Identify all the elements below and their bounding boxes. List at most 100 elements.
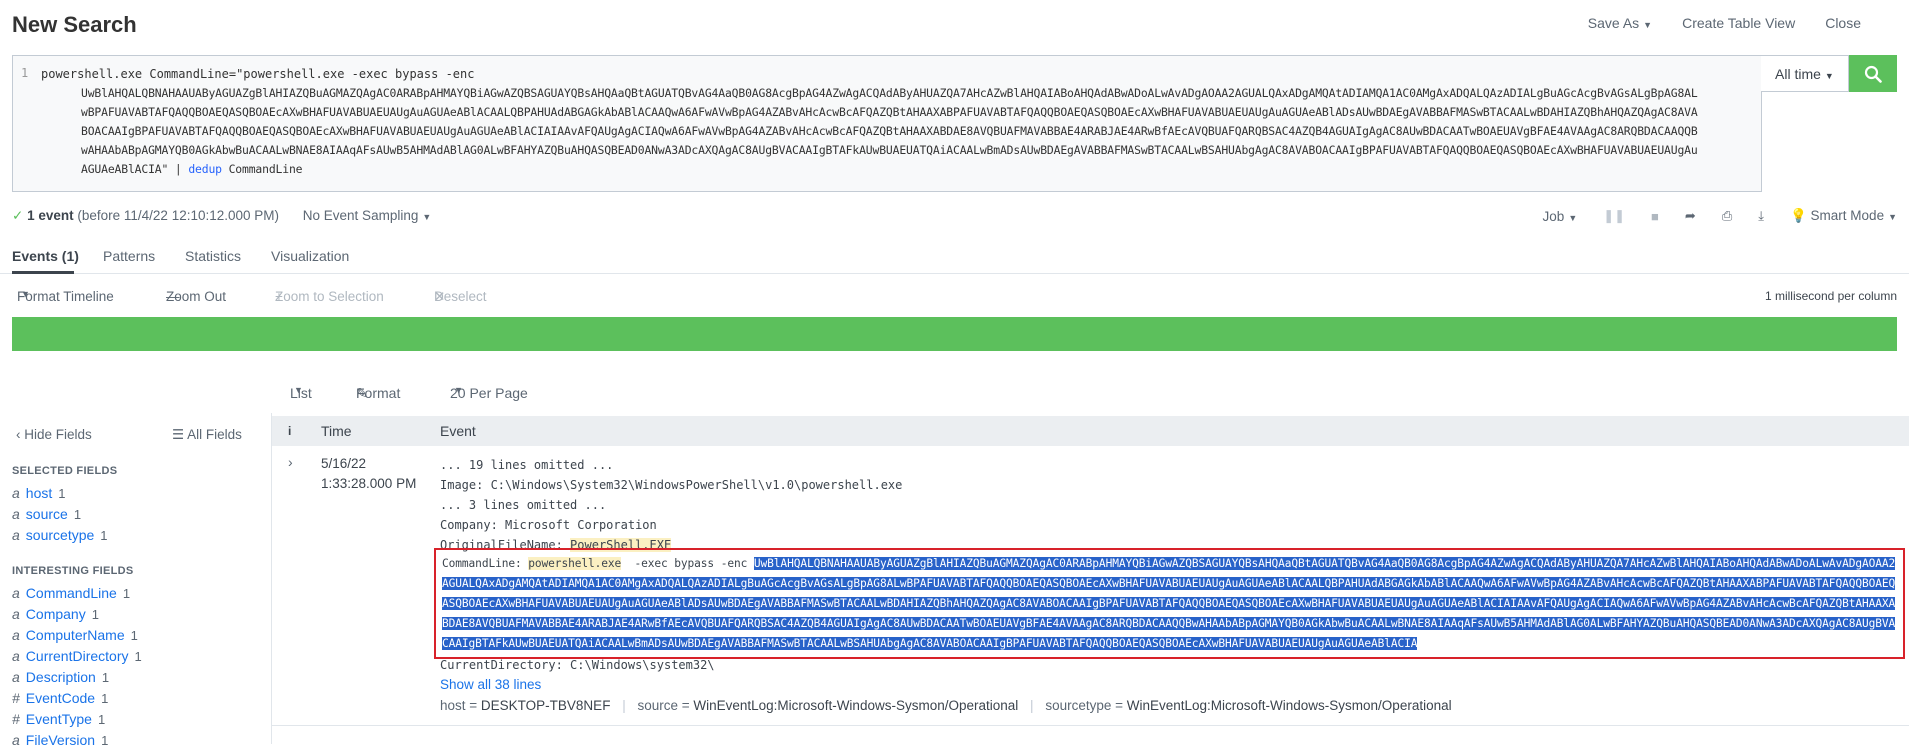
- field-count: 1: [97, 712, 106, 727]
- host-value[interactable]: DESKTOP-TBV8NEF: [481, 698, 611, 713]
- field-item[interactable]: a sourcetype 1: [12, 527, 108, 543]
- results-tabs: Events (1) Patterns Statistics Visualiza…: [0, 238, 1909, 274]
- field-type: #: [12, 690, 20, 706]
- create-table-view-button[interactable]: Create Table View: [1682, 15, 1795, 31]
- field-type: a: [12, 506, 20, 522]
- search-mode-dropdown[interactable]: 💡 Smart Mode ▼: [1790, 208, 1897, 224]
- search-mode-label: Smart Mode: [1810, 208, 1885, 223]
- lightbulb-icon: 💡: [1789, 208, 1807, 223]
- line-number: 1: [21, 66, 29, 80]
- field-name: host: [25, 485, 53, 501]
- job-controls: Job ▼ ❚❚ ■ ➦ ⎙ ⤓ 💡 Smart Mode ▼: [1543, 208, 1897, 224]
- tab-statistics[interactable]: Statistics: [185, 248, 241, 264]
- sidebar-top: ‹ Hide Fields ☰ All Fields: [16, 427, 256, 442]
- event-column-header: Event: [440, 423, 476, 439]
- commandline-label: CommandLine:: [442, 557, 529, 570]
- field-item[interactable]: a Company 1: [12, 606, 99, 622]
- field-name: source: [25, 506, 68, 522]
- query-encoded-line: wAHAAbABpAGMAYQB0AGkAbwBuACAALwBNAE8AIAA…: [81, 143, 1698, 157]
- check-icon: ✓: [12, 208, 24, 223]
- time-range-picker[interactable]: All time ▼: [1761, 55, 1849, 92]
- field-name: sourcetype: [25, 527, 95, 543]
- active-tab-indicator: [12, 271, 74, 274]
- show-all-lines-link[interactable]: Show all 38 lines: [440, 675, 1900, 695]
- save-as-label: Save As: [1587, 15, 1640, 31]
- query-encoded-end: AGUAeABlACIA": [81, 162, 169, 176]
- search-query[interactable]: powershell.exe CommandLine="powershell.e…: [41, 65, 1771, 179]
- info-column-header: i: [288, 424, 292, 438]
- tab-events[interactable]: Events (1): [12, 248, 79, 264]
- sourcetype-value[interactable]: WinEventLog:Microsoft-Windows-Sysmon/Ope…: [1127, 698, 1452, 713]
- field-count: 1: [101, 670, 110, 685]
- hide-fields-button[interactable]: ‹ Hide Fields: [16, 427, 92, 442]
- field-type: #: [12, 711, 20, 727]
- company-line: Company: Microsoft Corporation: [440, 518, 657, 532]
- field-item[interactable]: a CommandLine 1: [12, 585, 130, 601]
- field-name: Company: [25, 606, 86, 622]
- query-pipe: |: [168, 162, 189, 176]
- commandline-exe[interactable]: powershell.exe: [528, 557, 621, 570]
- interesting-fields-heading: INTERESTING FIELDS: [12, 565, 134, 577]
- job-label: Job: [1542, 208, 1565, 224]
- event-clock: 1:33:28.000 PM: [321, 476, 417, 491]
- field-type: a: [12, 485, 20, 501]
- omitted-lines: ... 19 lines omitted ...: [440, 458, 614, 472]
- source-value[interactable]: WinEventLog:Microsoft-Windows-Sysmon/Ope…: [693, 698, 1018, 713]
- all-fields-button[interactable]: ☰ All Fields: [172, 427, 242, 443]
- field-item[interactable]: # EventCode 1: [12, 690, 108, 706]
- meta-divider: |: [622, 698, 626, 713]
- zoom-out-label: Zoom Out: [166, 289, 227, 304]
- top-actions: Save As ▼ Create Table View Close: [1588, 15, 1861, 31]
- commandline-highlight-box: CommandLine: powershell.exe -exec bypass…: [434, 548, 1905, 659]
- event-date: 5/16/22: [321, 456, 367, 471]
- field-name: CurrentDirectory: [25, 648, 129, 664]
- source-key: source =: [637, 698, 694, 713]
- tab-visualization[interactable]: Visualization: [271, 248, 349, 264]
- stop-icon[interactable]: ■: [1651, 209, 1659, 224]
- page-title: New Search: [12, 12, 137, 37]
- field-item[interactable]: a host 1: [12, 485, 66, 501]
- field-item[interactable]: a CurrentDirectory 1: [12, 648, 142, 664]
- chevron-down-icon: ▼: [21, 289, 30, 299]
- timeline-scale: 1 millisecond per column: [1764, 289, 1897, 303]
- field-item[interactable]: # EventType 1: [12, 711, 105, 727]
- format-label: Format: [356, 385, 401, 401]
- tab-patterns[interactable]: Patterns: [103, 248, 155, 264]
- save-as-button[interactable]: Save As ▼: [1588, 15, 1652, 31]
- chevron-down-icon: ▼: [294, 385, 303, 395]
- chevron-down-icon: ▼: [1568, 212, 1578, 223]
- field-name: EventType: [25, 711, 92, 727]
- event-count: 1 event: [27, 208, 74, 223]
- field-item[interactable]: a ComputerName 1: [12, 627, 138, 643]
- field-item[interactable]: a FileVersion 1: [12, 732, 108, 748]
- search-button[interactable]: [1849, 55, 1897, 92]
- job-menu[interactable]: Job ▼: [1543, 209, 1578, 224]
- top-bar: New Search Save As ▼ Create Table View Cl…: [0, 0, 1909, 52]
- event-count-detail: (before 11/4/22 12:10:12.000 PM): [77, 208, 280, 223]
- chevron-down-icon: ▼: [422, 212, 432, 222]
- field-count: 1: [134, 649, 142, 664]
- close-button[interactable]: Close: [1825, 15, 1861, 31]
- search-input[interactable]: 1 powershell.exe CommandLine="powershell…: [12, 55, 1762, 192]
- sourcetype-key: sourcetype =: [1045, 698, 1127, 713]
- pause-icon[interactable]: ❚❚: [1603, 208, 1625, 224]
- field-item[interactable]: a Description 1: [12, 669, 109, 685]
- field-item[interactable]: a source 1: [12, 506, 81, 522]
- query-encoded-line: BOACAAIgBPAFUAVABTAFQAQQBOAEQASQBOAEcAXw…: [81, 124, 1698, 138]
- time-column-header[interactable]: Time: [321, 423, 352, 439]
- print-icon[interactable]: ⎙: [1722, 208, 1732, 224]
- query-encoded-line: UwBlAHQALQBNAHAAUAByAGUAZgBlAHIAZQBuAGMA…: [81, 86, 1698, 100]
- expand-chevron-icon[interactable]: ›: [288, 454, 293, 470]
- commandline-encoded-selected[interactable]: UwBlAHQALQBNAHAAUAByAGUAZgBlAHIAZQBuAGMA…: [442, 557, 1895, 650]
- timeline-bar[interactable]: [12, 317, 1897, 351]
- events-table-header: i Time Event: [272, 416, 1909, 446]
- zoom-to-selection-label: Zoom to Selection: [275, 289, 384, 304]
- event-sampling-dropdown[interactable]: No Event Sampling ▼: [303, 208, 431, 223]
- meta-divider: |: [1030, 698, 1034, 713]
- field-count: 1: [101, 691, 109, 706]
- field-name: EventCode: [25, 690, 96, 706]
- field-count: 1: [73, 507, 82, 522]
- export-icon[interactable]: ⤓: [1758, 208, 1764, 224]
- share-icon[interactable]: ➦: [1685, 208, 1696, 224]
- time-range-label: All time: [1775, 66, 1821, 82]
